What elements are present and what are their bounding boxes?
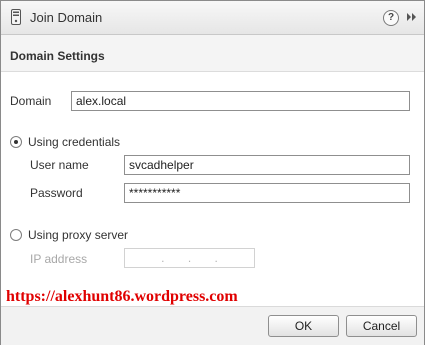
- server-icon: [11, 9, 21, 25]
- password-label: Password: [30, 186, 83, 200]
- help-icon[interactable]: ?: [383, 10, 399, 26]
- watermark-url: https://alexhunt86.wordpress.com: [6, 288, 238, 305]
- ok-button[interactable]: OK: [268, 315, 339, 337]
- username-input[interactable]: [124, 155, 410, 175]
- credentials-radio[interactable]: [10, 136, 22, 148]
- cancel-button[interactable]: Cancel: [346, 315, 417, 337]
- proxy-radio[interactable]: [10, 229, 22, 241]
- username-label: User name: [30, 158, 89, 172]
- section-title: Domain Settings: [10, 49, 105, 63]
- dialog-footer: OK Cancel: [1, 306, 424, 345]
- credentials-label: Using credentials: [28, 135, 121, 149]
- dialog-titlebar: Join Domain ?: [1, 1, 424, 35]
- proxy-label: Using proxy server: [28, 228, 129, 242]
- domain-label: Domain: [10, 94, 52, 108]
- ip-address-label: IP address: [30, 252, 88, 266]
- password-input[interactable]: [124, 183, 410, 203]
- ip-address-input[interactable]: [124, 248, 255, 268]
- radio-selected-dot: [14, 140, 18, 144]
- join-domain-dialog: Join Domain ? Domain Settings Domain Usi…: [0, 0, 425, 345]
- section-header: Domain Settings: [1, 35, 424, 72]
- double-chevron-right-icon[interactable]: [405, 10, 419, 24]
- domain-input[interactable]: [71, 91, 410, 111]
- dialog-title: Join Domain: [30, 10, 103, 25]
